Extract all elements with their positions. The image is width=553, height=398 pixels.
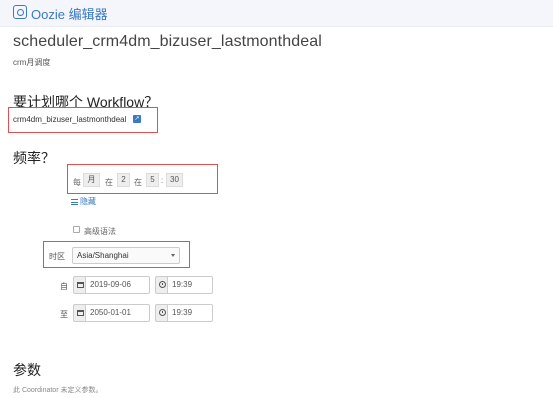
hide-label: 隐藏 [80, 197, 96, 206]
timezone-select[interactable]: Asia/Shanghai [72, 247, 180, 264]
start-label: 自 [60, 282, 68, 291]
hide-link[interactable]: 隐藏 [71, 196, 96, 207]
cron-day-select[interactable]: 2 [117, 173, 130, 187]
oozie-logo-icon [13, 5, 27, 19]
cron-hour-select[interactable]: 5 [146, 173, 159, 187]
cron-at-label: 在 [105, 178, 113, 187]
timezone-value: Asia/Shanghai [77, 251, 129, 260]
start-date-input[interactable]: 2019-09-06 [86, 276, 150, 294]
timezone-label: 时区 [49, 252, 65, 261]
cron-minute-select[interactable]: 30 [166, 173, 183, 187]
coordinator-description[interactable]: crm月调度 [13, 57, 50, 68]
end-date-addon[interactable] [73, 304, 86, 322]
end-date-input[interactable]: 2050-01-01 [86, 304, 150, 322]
top-bar: Oozie 编辑器 [0, 0, 553, 27]
advanced-syntax-label: 高级语法 [84, 227, 116, 236]
start-time-input[interactable]: 19:39 [168, 276, 213, 294]
end-time-input[interactable]: 19:39 [168, 304, 213, 322]
advanced-syntax-checkbox[interactable] [73, 226, 80, 233]
external-link-icon[interactable]: ↗ [133, 115, 141, 123]
end-time-addon[interactable] [155, 304, 168, 322]
clock-icon [159, 281, 166, 288]
cron-separator: : [161, 176, 164, 185]
app-title: Oozie 编辑器 [31, 7, 108, 22]
cron-unit-select[interactable]: 月 [83, 173, 100, 187]
end-label: 至 [60, 310, 68, 319]
sliders-icon [71, 198, 78, 205]
start-time-addon[interactable] [155, 276, 168, 294]
frequency-heading: 频率？ [13, 150, 55, 166]
parameters-heading: 参数 [13, 362, 41, 378]
workflow-name-link[interactable]: crm4dm_bizuser_lastmonthdeal [13, 115, 126, 124]
parameters-empty-text: 此 Coordinator 未定义参数。 [13, 387, 103, 394]
clock-icon [159, 309, 166, 316]
cron-every-label: 每 [73, 178, 81, 187]
calendar-icon [77, 310, 84, 316]
start-date-addon[interactable] [73, 276, 86, 294]
chevron-down-icon [171, 254, 175, 257]
cron-at-label: 在 [134, 178, 142, 187]
calendar-icon [77, 282, 84, 288]
coordinator-name[interactable]: scheduler_crm4dm_bizuser_lastmonthdeal [13, 33, 322, 51]
